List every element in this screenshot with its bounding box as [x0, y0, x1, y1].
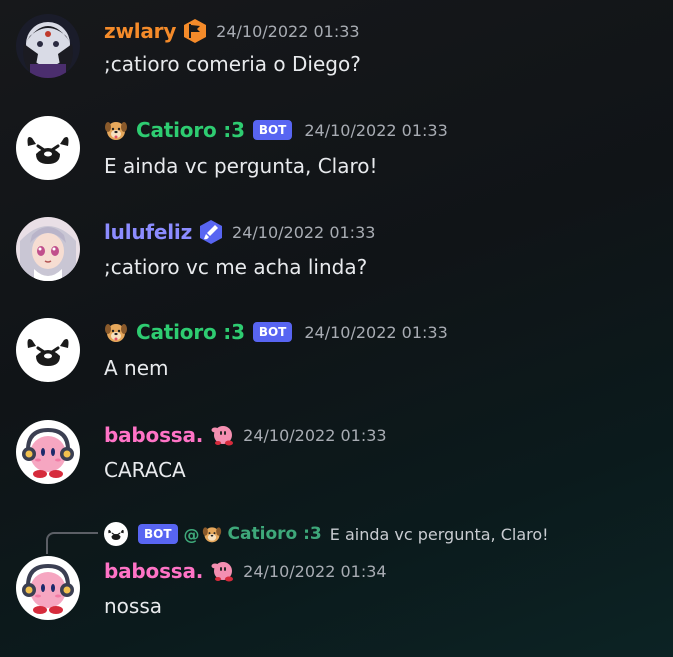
reply-mention[interactable]: @ Catioro :3: [184, 524, 322, 544]
message-text: ;catioro comeria o Diego?: [104, 52, 361, 76]
message-text: A nem: [104, 356, 169, 380]
dog-face-icon: [104, 118, 128, 142]
reply-avatar: [104, 522, 128, 546]
reply-reference[interactable]: BOT @ Catioro :3 E ainda vc pergunta, Cl…: [104, 522, 549, 546]
author-name[interactable]: Catioro :3: [136, 118, 245, 142]
timestamp: 24/10/2022 01:33: [216, 21, 360, 41]
avatar[interactable]: [16, 14, 80, 78]
message-text: CARACA: [104, 458, 186, 482]
timestamp: 24/10/2022 01:33: [304, 120, 448, 140]
timestamp: 24/10/2022 01:33: [243, 425, 387, 445]
author-name[interactable]: zwlary: [104, 19, 176, 43]
avatar[interactable]: [16, 420, 80, 484]
dog-face-icon: [202, 524, 222, 544]
reply-author: Catioro :3: [227, 524, 322, 544]
kirby-icon: [209, 422, 235, 448]
author-name[interactable]: Catioro :3: [136, 320, 245, 344]
avatar[interactable]: [16, 116, 80, 180]
reply-text: E ainda vc pergunta, Claro!: [329, 524, 549, 544]
bot-badge: BOT: [138, 524, 178, 544]
dog-face-icon: [104, 320, 128, 344]
author-name[interactable]: lulufeliz: [104, 220, 192, 244]
timestamp: 24/10/2022 01:33: [304, 322, 448, 342]
timestamp: 24/10/2022 01:33: [232, 222, 376, 242]
brush-icon: [198, 219, 224, 245]
avatar[interactable]: [16, 556, 80, 620]
avatar[interactable]: [16, 318, 80, 382]
author-name[interactable]: babossa.: [104, 559, 203, 583]
reply-connector: [46, 532, 98, 554]
timestamp: 24/10/2022 01:34: [243, 561, 387, 581]
flag-icon: [182, 18, 208, 44]
author-name[interactable]: babossa.: [104, 423, 203, 447]
at-sign: @: [183, 524, 200, 544]
message-text: E ainda vc pergunta, Claro!: [104, 154, 378, 178]
bot-badge: BOT: [252, 120, 293, 140]
message-text: nossa: [104, 594, 163, 618]
kirby-icon: [209, 558, 235, 584]
avatar[interactable]: [16, 217, 80, 281]
message-text: ;catioro vc me acha linda?: [104, 255, 368, 279]
bot-badge: BOT: [252, 322, 293, 342]
